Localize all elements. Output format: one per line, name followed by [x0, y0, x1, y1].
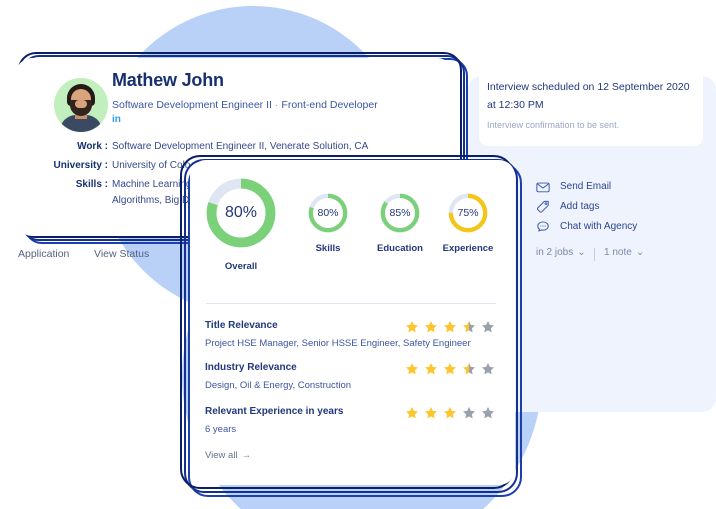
field-label-work: Work :: [77, 141, 108, 152]
chevron-down-icon-notes: ⌄: [635, 247, 645, 258]
donut-overall: 80% Overall: [205, 177, 277, 272]
interview-title: Interview scheduled on 12 September 2020…: [487, 81, 690, 111]
tag-icon: [536, 200, 550, 214]
star-icon[interactable]: [443, 362, 457, 376]
candidate-subtitle: Software Development Engineer II · Front-e…: [112, 99, 378, 111]
chevron-down-icon-jobs: ⌄: [577, 247, 586, 258]
star-icon[interactable]: [424, 406, 438, 420]
star-icon[interactable]: [462, 320, 476, 334]
star-icon[interactable]: [462, 362, 476, 376]
star-icon[interactable]: [405, 362, 419, 376]
interview-subtitle: Interview confirmation to be sent.: [487, 120, 620, 130]
meta-notes-label: 1 note: [604, 247, 632, 258]
donut-experience: 75% Experience: [443, 192, 493, 254]
donut-experience-value: 75%: [457, 207, 479, 219]
action-label-add-tags: Add tags: [560, 201, 600, 212]
subtitle-specialty: Front-end Developer: [281, 99, 378, 111]
meta-divider: [594, 248, 595, 261]
section-divider: [206, 303, 496, 304]
arrow-right-icon: →: [241, 450, 252, 461]
star-icon[interactable]: [481, 362, 495, 376]
field-label-skills: Skills :: [75, 179, 108, 190]
chat-bubble-icon: [536, 220, 550, 234]
rating-title-0: Title Relevance: [205, 320, 278, 331]
tab-application[interactable]: Application: [18, 248, 69, 260]
rating-desc-1: Design, Oil & Energy, Construction: [205, 380, 352, 391]
tab-view-status[interactable]: View Status: [94, 248, 149, 260]
avatar: [54, 78, 108, 132]
meta-in-jobs-label: in 2 jobs: [536, 247, 574, 258]
avatar-photo: [54, 78, 108, 132]
rating-title-2: Relevant Experience in years: [205, 406, 344, 417]
linkedin-icon[interactable]: in: [112, 114, 121, 125]
action-label-send-email: Send Email: [560, 181, 612, 192]
donut-skills: 80% Skills: [307, 192, 349, 254]
star-icon[interactable]: [405, 320, 419, 334]
donut-overall-caption: Overall: [224, 261, 258, 272]
star-icon[interactable]: [405, 406, 419, 420]
donut-overall-value: 80%: [224, 204, 258, 221]
subtitle-separator: ·: [274, 99, 279, 111]
field-value-university: University of Colo: [112, 160, 191, 171]
screenshot-root: Mathew John Software Development Enginee…: [0, 0, 716, 509]
candidate-name: Mathew John: [112, 70, 224, 90]
star-icon[interactable]: [424, 362, 438, 376]
star-icon[interactable]: [481, 406, 495, 420]
envelope-icon: [536, 180, 550, 194]
star-icon[interactable]: [443, 320, 457, 334]
view-all-link[interactable]: View all →: [205, 450, 251, 461]
donut-experience-caption: Experience: [442, 243, 494, 254]
donut-education: 85% Education: [377, 192, 423, 254]
avatar-chin: [75, 100, 87, 108]
meta-in-jobs[interactable]: in 2 jobs ⌄: [536, 247, 586, 258]
star-icon[interactable]: [462, 406, 476, 420]
star-icon[interactable]: [443, 406, 457, 420]
star-icon[interactable]: [424, 320, 438, 334]
rating-desc-0: Project HSE Manager, Senior HSSE Enginee…: [205, 338, 471, 349]
meta-notes[interactable]: 1 note ⌄: [604, 247, 644, 258]
donut-skills-value: 80%: [317, 207, 339, 219]
field-value-work: Software Development Engineer II, Venera…: [112, 141, 369, 152]
field-label-university: University :: [53, 160, 108, 171]
rating-desc-2: 6 years: [205, 424, 237, 435]
star-rating-2[interactable]: [405, 406, 497, 420]
action-label-chat-with-agency: Chat with Agency: [560, 221, 638, 232]
subtitle-role: Software Development Engineer II: [112, 99, 272, 111]
view-all-label: View all: [205, 450, 238, 461]
rating-title-1: Industry Relevance: [205, 362, 297, 373]
donut-education-value: 85%: [389, 207, 411, 219]
star-rating-0[interactable]: [405, 320, 497, 334]
star-icon[interactable]: [481, 320, 495, 334]
star-rating-1[interactable]: [405, 362, 497, 376]
